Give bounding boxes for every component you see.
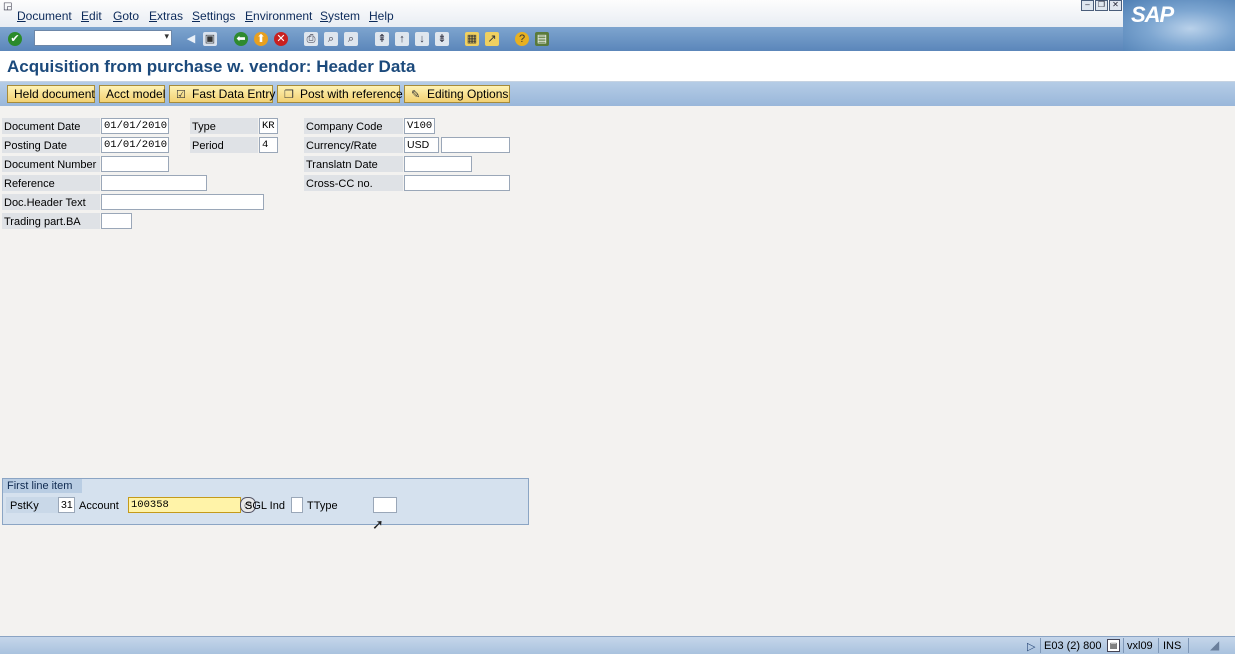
editing-options-button[interactable]: ✎ Editing Options: [404, 85, 510, 103]
window-menu-icon[interactable]: ◲: [3, 1, 12, 12]
pencil-icon: ✎: [411, 89, 421, 101]
insert-mode: INS: [1163, 640, 1182, 652]
pstky-label: PstKy: [10, 500, 39, 512]
last-page-icon[interactable]: ⇟: [435, 32, 449, 46]
trading-part-ba-field[interactable]: [101, 213, 132, 229]
post-with-reference-button[interactable]: ❐ Post with reference: [277, 85, 403, 103]
company-code-field[interactable]: V100: [404, 118, 435, 134]
status-bar: ▷ E03 (2) 800 ▤ vxl09 INS ◢: [0, 636, 1235, 654]
menu-settings[interactable]: Settings: [192, 9, 235, 23]
layout-icon[interactable]: ▤: [535, 32, 549, 46]
fast-data-entry-button[interactable]: ☑ Fast Data Entry: [169, 85, 276, 103]
find-icon[interactable]: ⌕: [324, 32, 338, 46]
menu-extras[interactable]: Extras: [149, 9, 183, 23]
next-page-icon[interactable]: ↓: [415, 32, 429, 46]
menu-bar: ◲ Document Edit Goto Extras Settings Env…: [0, 0, 1235, 27]
status-separator: [1158, 638, 1159, 653]
editing-options-label: Editing Options: [427, 87, 509, 101]
page-title: Acquisition from purchase w. vendor: Hea…: [7, 57, 416, 76]
resize-grip-icon[interactable]: ◢: [1210, 638, 1219, 652]
create-session-icon[interactable]: ▦: [465, 32, 479, 46]
system-info-icon[interactable]: ▤: [1107, 639, 1120, 652]
exit-icon[interactable]: ⬆: [254, 32, 268, 46]
cancel-icon[interactable]: ✕: [274, 32, 288, 46]
back-icon[interactable]: ◀: [184, 32, 198, 46]
mouse-cursor-icon: ➚: [372, 516, 384, 532]
reference-field[interactable]: [101, 175, 207, 191]
system-info: E03 (2) 800: [1044, 640, 1102, 652]
prev-page-icon[interactable]: ↑: [395, 32, 409, 46]
save-icon[interactable]: ▣: [203, 32, 217, 46]
shortcut-icon[interactable]: ↗: [485, 32, 499, 46]
cross-cc-no-field[interactable]: [404, 175, 510, 191]
status-separator: [1040, 638, 1041, 653]
company-code-label: Company Code: [306, 121, 383, 133]
cross-cc-no-label: Cross-CC no.: [306, 178, 373, 190]
document-number-label: Document Number: [4, 159, 97, 171]
enter-icon[interactable]: ✔: [8, 32, 22, 46]
application-toolbar: Held document Acct model ☑ Fast Data Entr…: [0, 82, 1235, 106]
doc-header-text-field[interactable]: [101, 194, 264, 210]
find-next-icon[interactable]: ⌕: [344, 32, 358, 46]
command-field[interactable]: ▾: [34, 30, 172, 46]
account-label: Account: [79, 500, 119, 512]
status-separator: [1188, 638, 1189, 653]
ttype-field[interactable]: [373, 497, 397, 513]
menu-edit[interactable]: Edit: [81, 9, 102, 23]
posting-date-label: Posting Date: [4, 140, 67, 152]
sap-logo-text: SAP: [1131, 2, 1174, 27]
first-page-icon[interactable]: ⇞: [375, 32, 389, 46]
post-with-reference-label: Post with reference: [300, 87, 403, 101]
back-arrow-icon[interactable]: ⬅: [234, 32, 248, 46]
close-window-icon[interactable]: ✕: [1109, 0, 1122, 11]
print-icon[interactable]: ⎙: [304, 32, 318, 46]
trading-part-ba-label: Trading part.BA: [4, 216, 81, 228]
menu-environment[interactable]: Environment: [245, 9, 312, 23]
document-number-field[interactable]: [101, 156, 169, 172]
document-date-field[interactable]: 01/01/2010: [101, 118, 169, 134]
menu-document[interactable]: Document: [17, 9, 72, 23]
sgl-ind-field[interactable]: [291, 497, 303, 513]
posting-date-field[interactable]: 01/01/2010: [101, 137, 169, 153]
reference-label: Reference: [4, 178, 55, 190]
restore-icon[interactable]: ❐: [1095, 0, 1108, 11]
menu-help[interactable]: Help: [369, 9, 394, 23]
currency-rate-label: Currency/Rate: [306, 140, 377, 152]
doc-header-text-label: Doc.Header Text: [4, 197, 86, 209]
posting-key-field[interactable]: 31: [58, 497, 75, 513]
account-field[interactable]: 100358: [128, 497, 241, 513]
translatn-date-field[interactable]: [404, 156, 472, 172]
currency-field[interactable]: USD: [404, 137, 439, 153]
command-history-icon[interactable]: ▾: [164, 31, 169, 42]
sap-logo: SAP: [1123, 0, 1235, 52]
first-line-item-title: First line item: [3, 479, 83, 493]
copy-icon: ❐: [284, 89, 294, 101]
document-date-label: Document Date: [4, 121, 81, 133]
ttype-label: TType: [307, 500, 338, 512]
period-label: Period: [192, 140, 224, 152]
acct-model-label: Acct model: [106, 87, 166, 101]
acct-model-button[interactable]: Acct model: [99, 85, 165, 103]
type-label: Type: [192, 121, 216, 133]
menu-system[interactable]: System: [320, 9, 360, 23]
first-line-item-group: First line item PstKy 31 Account 100358 …: [2, 478, 529, 525]
server-name: vxl09: [1127, 640, 1153, 652]
period-field[interactable]: 4: [259, 137, 278, 153]
status-separator: [1123, 638, 1124, 653]
minimize-icon[interactable]: –: [1081, 0, 1094, 11]
held-document-label: Held document: [14, 87, 95, 101]
menu-goto[interactable]: Goto: [113, 9, 139, 23]
translatn-date-label: Translatn Date: [306, 159, 378, 171]
fast-data-entry-label: Fast Data Entry: [192, 87, 276, 101]
title-bar: Acquisition from purchase w. vendor: Hea…: [0, 51, 1235, 82]
type-field[interactable]: KR: [259, 118, 278, 134]
exchange-rate-field[interactable]: [441, 137, 510, 153]
status-expand-icon[interactable]: ▷: [1027, 640, 1035, 653]
fast-entry-icon: ☑: [176, 89, 186, 101]
sgl-ind-label: SGL Ind: [245, 500, 285, 512]
held-document-button[interactable]: Held document: [7, 85, 95, 103]
help-icon[interactable]: ?: [515, 32, 529, 46]
